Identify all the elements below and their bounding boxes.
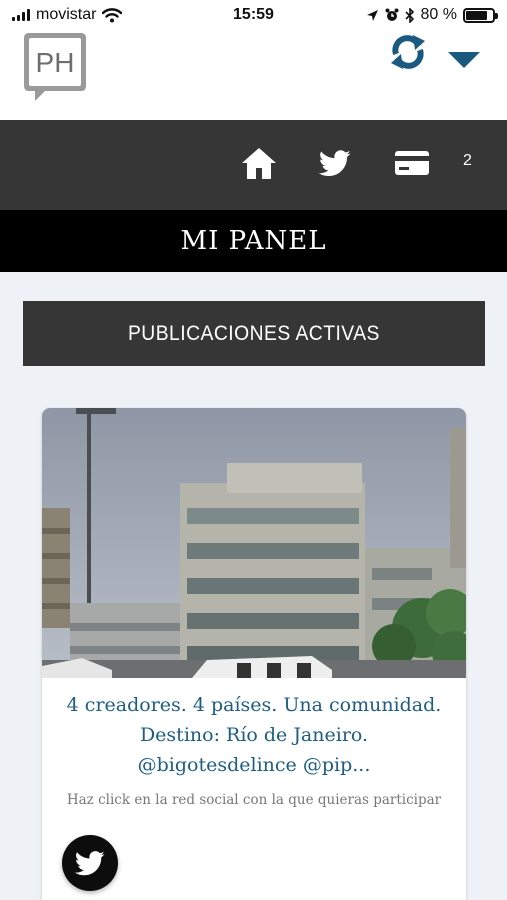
signal-icon [12,9,30,21]
card-title-line: @bigotesdelince @pip... [137,754,371,776]
card-title-line: Destino: Río de Janeiro. [139,724,369,746]
section-header: PUBLICACIONES ACTIVAS [23,301,485,366]
chevron-down-icon[interactable] [446,48,482,72]
location-arrow-icon [366,9,378,21]
status-left: movistar [12,6,123,24]
logo-text: PH [36,47,75,78]
app-header: PH [0,30,507,120]
card-hint: Haz click en la red social con la que qu… [66,792,442,808]
nav-count: 2 [463,152,472,169]
bluetooth-icon [404,7,414,23]
twitter-share-button[interactable] [62,835,118,891]
card-title[interactable]: 4 creadores. 4 países. Una comunidad. De… [58,690,450,780]
battery-percent: 80 % [420,6,457,23]
publication-card[interactable]: 4 creadores. 4 países. Una comunidad. De… [42,408,466,900]
nav-twitter-button[interactable] [315,143,355,183]
card-title-line: 4 creadores. 4 países. Una comunidad. [66,694,442,716]
carrier-label: movistar [36,6,97,23]
wifi-icon [102,7,123,22]
page-title: MI PANEL [180,226,327,256]
status-bar: movistar 15:59 80 % [0,0,507,30]
nav-bar: 2 [0,120,507,210]
credit-card-icon [395,151,429,175]
twitter-icon [319,149,351,176]
nav-card-button[interactable] [392,143,432,183]
refresh-icon[interactable] [388,32,428,72]
card-photo[interactable] [42,408,466,678]
battery-icon [463,7,498,23]
home-icon [242,148,276,179]
panel-bar: MI PANEL [0,210,507,272]
twitter-icon [75,850,105,875]
section-title: PUBLICACIONES ACTIVAS [128,321,380,345]
nav-home-button[interactable] [239,143,279,183]
ph-logo[interactable]: PH [23,32,87,102]
battery-fill [466,10,487,20]
alarm-icon [385,8,399,21]
status-right: 80 % [366,6,498,24]
